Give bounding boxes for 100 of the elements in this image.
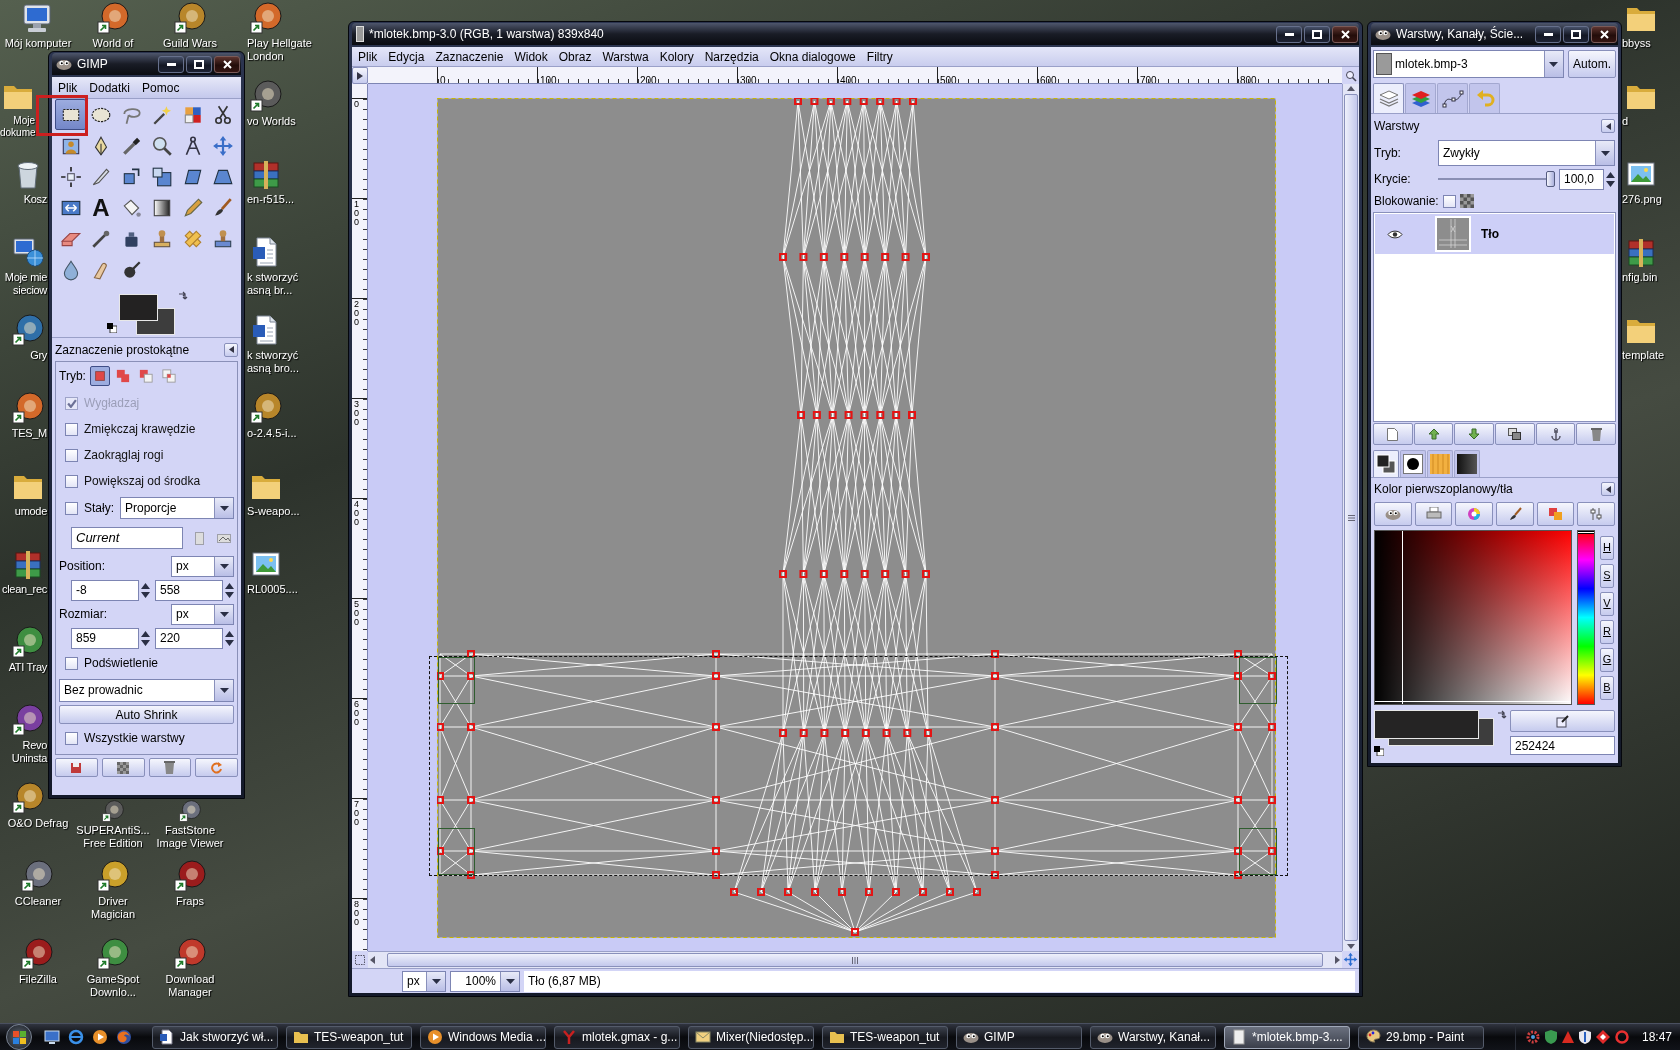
menu-item[interactable]: Dodatki	[89, 78, 131, 97]
globe-icon[interactable]	[116, 1029, 132, 1045]
foreground-background-swatch[interactable]	[1374, 710, 1494, 746]
hex-field[interactable]: 252424	[1510, 736, 1615, 755]
auto-button[interactable]: Autom.	[1568, 50, 1616, 78]
eyedropper-button[interactable]	[1510, 710, 1615, 732]
mode-dropdown[interactable]: Zwykły	[1438, 140, 1615, 166]
raise-button[interactable]	[1413, 423, 1454, 445]
menu-item[interactable]: Okna dialogowe	[769, 47, 856, 66]
mode-button[interactable]	[89, 366, 110, 386]
emblem-shortcut-icon[interactable]	[12, 704, 44, 736]
taskbar-button[interactable]: TES-weapon_tut	[822, 1025, 948, 1049]
panel-menu-button[interactable]	[1601, 119, 1615, 133]
books-icon[interactable]	[250, 158, 282, 190]
menu-item[interactable]: Widok	[514, 47, 548, 66]
channel-button[interactable]: G	[1600, 647, 1614, 672]
taskbar-button[interactable]: 29.bmp - Paint	[1358, 1025, 1484, 1049]
menu-item[interactable]: Pomoc	[142, 78, 180, 97]
reset-button[interactable]	[195, 758, 238, 777]
gear-icon[interactable]	[1525, 1030, 1540, 1044]
menu-item[interactable]: Filtry	[866, 47, 893, 66]
dock-tab[interactable]	[1400, 450, 1426, 477]
color-mode-button[interactable]	[1496, 501, 1534, 526]
checkbox[interactable]	[65, 656, 78, 670]
number-field[interactable]: 100,0	[1559, 168, 1604, 190]
preset-field[interactable]: Current	[71, 527, 184, 549]
channel-button[interactable]: H	[1600, 535, 1614, 560]
tool-button[interactable]	[55, 99, 86, 130]
ring-icon[interactable]	[1614, 1030, 1629, 1044]
maximize-button[interactable]	[1563, 25, 1589, 43]
color-mode-button[interactable]	[1455, 501, 1493, 526]
emblem-shortcut-icon[interactable]	[250, 80, 282, 112]
close-button[interactable]	[1332, 25, 1358, 43]
save-button[interactable]	[55, 758, 98, 777]
emblem-shortcut-icon[interactable]	[174, 2, 206, 34]
checkbox[interactable]	[65, 448, 78, 462]
close-button[interactable]	[1591, 25, 1617, 43]
unit-dropdown[interactable]: px	[171, 555, 234, 577]
color-mode-button[interactable]	[1414, 501, 1453, 526]
emblem-shortcut-icon[interactable]	[174, 860, 206, 892]
delete-button[interactable]	[148, 758, 192, 777]
globe-icon[interactable]	[68, 1029, 84, 1045]
layer-row[interactable]: Tło	[1375, 214, 1614, 254]
menu-item[interactable]: Obraz	[558, 47, 592, 66]
checkbox[interactable]	[65, 422, 78, 436]
color-mode-button[interactable]	[1536, 501, 1575, 526]
anchor-button[interactable]	[1535, 423, 1576, 445]
layer-name[interactable]: Tło	[1481, 225, 1499, 243]
dock-tab[interactable]	[1373, 450, 1399, 477]
number-field[interactable]: 558	[155, 579, 223, 601]
color-mode-button[interactable]	[1577, 501, 1616, 526]
taskbar-button[interactable]: Windows Media ...	[420, 1025, 546, 1049]
number-field[interactable]: 859	[71, 627, 139, 649]
default-colors-icon[interactable]	[1374, 746, 1384, 756]
minimize-button[interactable]	[1276, 25, 1302, 43]
maximize-button[interactable]	[1304, 25, 1330, 43]
emblem-shortcut-icon[interactable]	[102, 800, 124, 822]
number-field[interactable]: 220	[155, 627, 223, 649]
menu-item[interactable]: Zaznaczenie	[435, 47, 504, 66]
menu-item[interactable]: Warstwa	[602, 47, 649, 66]
taskbar-button[interactable]: Jak stworzyć wł...	[152, 1025, 278, 1049]
diamond-icon[interactable]	[1595, 1030, 1610, 1044]
monitor-icon[interactable]	[44, 1029, 60, 1045]
scrollbar[interactable]	[1342, 84, 1359, 951]
channel-button[interactable]: V	[1600, 591, 1614, 616]
maximize-button[interactable]	[186, 55, 212, 73]
menu-item[interactable]: Plik	[358, 47, 378, 66]
network-icon[interactable]	[12, 236, 44, 268]
emblem-shortcut-icon[interactable]	[97, 2, 129, 34]
panel-menu-button[interactable]	[1601, 482, 1615, 496]
unit-dropdown[interactable]: px	[171, 603, 234, 625]
channel-button[interactable]: S	[1600, 563, 1614, 588]
checkbox[interactable]	[65, 474, 78, 488]
taskbar-button[interactable]: TES-weapon_tut	[286, 1025, 412, 1049]
image-selector[interactable]: mlotek.bmp-3	[1373, 50, 1564, 78]
fixed-dropdown[interactable]: Proporcje	[120, 497, 234, 519]
number-field[interactable]: -8	[71, 579, 139, 601]
duplicate-button[interactable]	[1495, 423, 1535, 445]
emblem-shortcut-icon[interactable]	[12, 626, 44, 658]
checkbox[interactable]	[65, 501, 78, 515]
zoom-dropdown[interactable]: 100%	[450, 970, 520, 992]
scroll-thumb[interactable]	[1344, 94, 1358, 941]
emblem-shortcut-icon[interactable]	[97, 938, 129, 970]
ruler-menu-button[interactable]	[352, 67, 368, 84]
channel-button[interactable]: R	[1600, 619, 1614, 644]
guides-dropdown[interactable]: Bez prowadnic	[59, 678, 234, 702]
opacity-slider[interactable]	[1438, 171, 1555, 187]
menu-item[interactable]: Plik	[58, 78, 78, 97]
emblem-shortcut-icon[interactable]	[12, 782, 44, 814]
taskbar-button[interactable]: *mlotek.bmp-3....	[1224, 1025, 1350, 1049]
swap-arrows-icon[interactable]	[1496, 710, 1507, 721]
emblem-shortcut-icon[interactable]	[21, 860, 53, 892]
foreground-background-swatch[interactable]	[119, 294, 175, 335]
auto-shrink-button[interactable]: Auto Shrink	[59, 705, 234, 724]
emblem-shortcut-icon[interactable]	[12, 392, 44, 424]
checkbox[interactable]	[1442, 194, 1456, 208]
emblem-shortcut-icon[interactable]	[179, 800, 201, 822]
default-colors-icon[interactable]	[107, 323, 117, 333]
minimize-button[interactable]	[1535, 25, 1561, 43]
hue-slider[interactable]	[1577, 530, 1595, 705]
